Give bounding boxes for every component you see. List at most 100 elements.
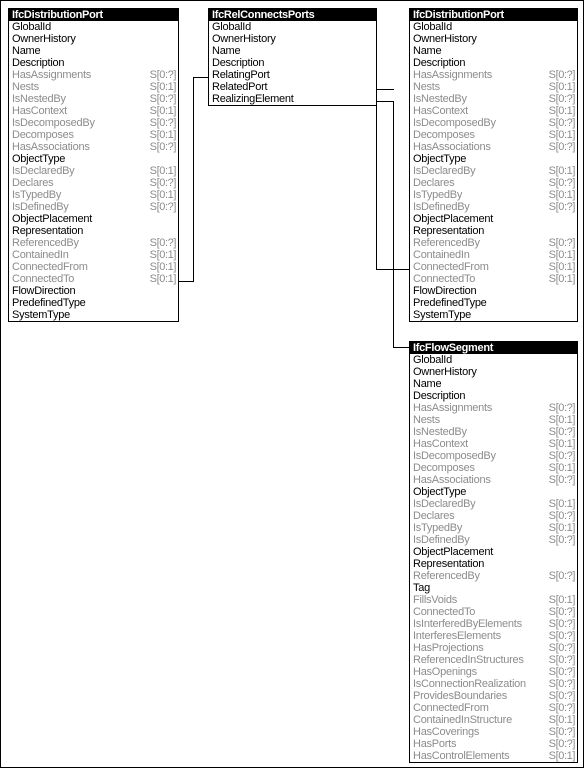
- attribute-row[interactable]: HasContext S[0:1]: [9, 105, 178, 117]
- attribute-row[interactable]: IsDecomposedBy S[0:?]: [410, 117, 577, 129]
- attribute-row[interactable]: SystemType: [410, 309, 577, 321]
- attribute-row[interactable]: Decomposes S[0:1]: [410, 462, 577, 474]
- attribute-row[interactable]: IsDeclaredBy S[0:1]: [9, 165, 178, 177]
- attribute-row[interactable]: FlowDirection: [410, 285, 577, 297]
- attribute-row[interactable]: IsNestedBy S[0:?]: [410, 93, 577, 105]
- attribute-row[interactable]: Representation: [9, 225, 178, 237]
- attribute-row[interactable]: Nests S[0:1]: [410, 414, 577, 426]
- attribute-row[interactable]: OwnerHistory: [9, 33, 178, 45]
- attribute-cardinality: S[0:?]: [149, 69, 177, 81]
- attribute-row[interactable]: HasOpenings S[0:?]: [410, 666, 577, 678]
- attribute-row[interactable]: Description: [410, 390, 577, 402]
- attribute-row[interactable]: Nests S[0:1]: [410, 81, 577, 93]
- attribute-row[interactable]: OwnerHistory: [410, 33, 577, 45]
- attribute-row[interactable]: Name: [410, 45, 577, 57]
- attribute-row[interactable]: Declares S[0:?]: [410, 177, 577, 189]
- attribute-row[interactable]: ObjectPlacement: [410, 546, 577, 558]
- attribute-row[interactable]: Decomposes S[0:1]: [9, 129, 178, 141]
- attribute-row[interactable]: ReferencedBy S[0:?]: [410, 570, 577, 582]
- entity-ifc-distribution-port-left[interactable]: IfcDistributionPort GlobalId OwnerHistory…: [8, 8, 179, 322]
- attribute-row[interactable]: ObjectType: [410, 486, 577, 498]
- attribute-row[interactable]: Representation: [410, 225, 577, 237]
- attribute-row[interactable]: Description: [410, 57, 577, 69]
- attribute-row[interactable]: Declares S[0:?]: [9, 177, 178, 189]
- attribute-row[interactable]: IsNestedBy S[0:?]: [410, 426, 577, 438]
- attribute-row[interactable]: HasAssignments S[0:?]: [410, 69, 577, 81]
- attribute-row[interactable]: ContainedIn S[0:1]: [410, 249, 577, 261]
- attribute-row[interactable]: Name: [9, 45, 178, 57]
- attribute-row[interactable]: IsDeclaredBy S[0:1]: [410, 165, 577, 177]
- attribute-row[interactable]: IsTypedBy S[0:1]: [410, 189, 577, 201]
- attribute-row[interactable]: RealizingElement: [209, 93, 376, 105]
- connector-realizing-element-v: [393, 101, 394, 348]
- attribute-row[interactable]: IsDefinedBy S[0:?]: [410, 534, 577, 546]
- attribute-row[interactable]: IsInterferedByElements S[0:?]: [410, 618, 577, 630]
- attribute-row[interactable]: HasContext S[0:1]: [410, 105, 577, 117]
- attribute-row[interactable]: ContainedInStructure S[0:1]: [410, 714, 577, 726]
- attribute-cardinality: S[0:1]: [548, 189, 576, 201]
- attribute-row[interactable]: ObjectPlacement: [410, 213, 577, 225]
- attribute-row[interactable]: Declares S[0:?]: [410, 510, 577, 522]
- attribute-row[interactable]: ContainedIn S[0:1]: [9, 249, 178, 261]
- attribute-row[interactable]: IsTypedBy S[0:1]: [9, 189, 178, 201]
- attribute-row[interactable]: ReferencedBy S[0:?]: [9, 237, 178, 249]
- attribute-row[interactable]: HasAssociations S[0:?]: [9, 141, 178, 153]
- attribute-row[interactable]: GlobalId: [209, 21, 376, 33]
- attribute-row[interactable]: ObjectPlacement: [9, 213, 178, 225]
- attribute-row[interactable]: ObjectType: [410, 153, 577, 165]
- attribute-row[interactable]: Name: [209, 45, 376, 57]
- attribute-row[interactable]: HasProjections S[0:?]: [410, 642, 577, 654]
- attribute-name: Name: [413, 45, 442, 57]
- attribute-row[interactable]: HasContext S[0:1]: [410, 438, 577, 450]
- attribute-row[interactable]: Name: [410, 378, 577, 390]
- attribute-row[interactable]: HasPorts S[0:?]: [410, 738, 577, 750]
- entity-ifc-flow-segment[interactable]: IfcFlowSegment GlobalId OwnerHistory Name D…: [409, 341, 578, 763]
- attribute-row[interactable]: Description: [9, 57, 178, 69]
- attribute-row[interactable]: Decomposes S[0:1]: [410, 129, 577, 141]
- attribute-row[interactable]: FillsVoids S[0:1]: [410, 594, 577, 606]
- attribute-row[interactable]: IsDecomposedBy S[0:?]: [410, 450, 577, 462]
- attribute-row[interactable]: OwnerHistory: [209, 33, 376, 45]
- attribute-row[interactable]: IsTypedBy S[0:1]: [410, 522, 577, 534]
- attribute-row[interactable]: ConnectedFrom S[0:1]: [410, 261, 577, 273]
- attribute-row[interactable]: IsDeclaredBy S[0:1]: [410, 498, 577, 510]
- attribute-row[interactable]: Tag: [410, 582, 577, 594]
- attribute-row[interactable]: ConnectedFrom S[0:?]: [410, 702, 577, 714]
- attribute-row[interactable]: GlobalId: [410, 354, 577, 366]
- attribute-row[interactable]: FlowDirection: [9, 285, 178, 297]
- entity-ifc-rel-connects-ports[interactable]: IfcRelConnectsPorts GlobalId OwnerHistory…: [208, 8, 377, 106]
- attribute-row[interactable]: ReferencedInStructures S[0:?]: [410, 654, 577, 666]
- attribute-row[interactable]: HasControlElements S[0:1]: [410, 750, 577, 762]
- attribute-row[interactable]: HasAssociations S[0:?]: [410, 474, 577, 486]
- attribute-row[interactable]: HasAssignments S[0:?]: [410, 402, 577, 414]
- attribute-row[interactable]: ConnectedTo S[0:1]: [410, 273, 577, 285]
- attribute-row[interactable]: ConnectedTo S[0:?]: [410, 606, 577, 618]
- attribute-row[interactable]: RelatedPort: [209, 81, 376, 93]
- attribute-row[interactable]: GlobalId: [410, 21, 577, 33]
- attribute-row[interactable]: HasAssociations S[0:?]: [410, 141, 577, 153]
- attribute-row[interactable]: IsNestedBy S[0:?]: [9, 93, 178, 105]
- attribute-row[interactable]: ConnectedFrom S[0:1]: [9, 261, 178, 273]
- attribute-row[interactable]: Description: [209, 57, 376, 69]
- attribute-row[interactable]: ObjectType: [9, 153, 178, 165]
- attribute-row[interactable]: Nests S[0:1]: [9, 81, 178, 93]
- attribute-row[interactable]: HasAssignments S[0:?]: [9, 69, 178, 81]
- attribute-row[interactable]: IsDecomposedBy S[0:?]: [9, 117, 178, 129]
- attribute-row[interactable]: InterferesElements S[0:?]: [410, 630, 577, 642]
- attribute-row[interactable]: IsConnectionRealization S[0:?]: [410, 678, 577, 690]
- attribute-row[interactable]: PredefinedType: [410, 297, 577, 309]
- attribute-row[interactable]: IsDefinedBy S[0:?]: [410, 201, 577, 213]
- attribute-row[interactable]: ConnectedTo S[0:1]: [9, 273, 178, 285]
- entity-ifc-distribution-port-right[interactable]: IfcDistributionPort GlobalId OwnerHistory…: [409, 8, 578, 322]
- attribute-row[interactable]: ProvidesBoundaries S[0:?]: [410, 690, 577, 702]
- attribute-row[interactable]: OwnerHistory: [410, 366, 577, 378]
- attribute-row[interactable]: Representation: [410, 558, 577, 570]
- connector-relating-port-h1: [193, 77, 209, 78]
- attribute-row[interactable]: RelatingPort: [209, 69, 376, 81]
- attribute-row[interactable]: ReferencedBy S[0:?]: [410, 237, 577, 249]
- attribute-row[interactable]: GlobalId: [9, 21, 178, 33]
- attribute-row[interactable]: IsDefinedBy S[0:?]: [9, 201, 178, 213]
- attribute-row[interactable]: PredefinedType: [9, 297, 178, 309]
- attribute-row[interactable]: SystemType: [9, 309, 178, 321]
- attribute-row[interactable]: HasCoverings S[0:?]: [410, 726, 577, 738]
